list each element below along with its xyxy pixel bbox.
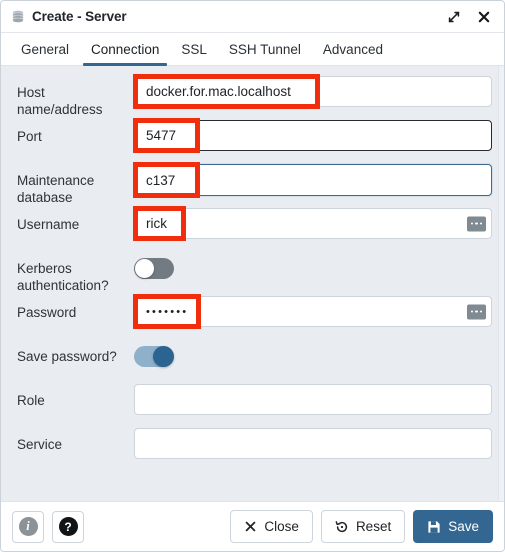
info-button[interactable]: i [12,510,44,543]
save-password-label: Save password? [17,349,117,364]
help-icon: ? [58,517,78,536]
tab-general[interactable]: General [10,33,80,65]
close-x-icon [244,520,257,533]
password-control: ••••••• ••••••• [133,294,494,329]
username-label: Username [17,217,80,232]
kerberos-control [134,252,494,279]
kerberos-toggle-knob [135,259,154,278]
tab-ssl[interactable]: SSL [170,33,218,65]
service-control [134,428,494,459]
reset-button-label: Reset [355,519,392,534]
server-stack-icon [11,10,25,24]
form-row-role: Role [11,384,494,428]
username-value: rick [144,216,165,231]
maintenance-database-value: c137 [144,172,174,188]
password-ellipsis-icon[interactable] [467,304,486,319]
tab-ssh-tunnel[interactable]: SSH Tunnel [218,33,312,65]
close-button[interactable]: Close [230,510,313,543]
tab-bar: General Connection SSL SSH Tunnel Advanc… [1,33,504,66]
tab-connection[interactable]: Connection [80,33,170,66]
password-input[interactable]: ••••••• [134,296,492,327]
maintenance-database-control: c137 c137 [133,162,494,198]
close-icon[interactable] [476,9,492,25]
port-control: 5477 5477 [133,118,494,153]
connection-form-panel: Host name/address docker.for.mac.localho… [1,66,504,501]
form-row-host: Host name/address docker.for.mac.localho… [11,74,494,120]
host-input[interactable]: docker.for.mac.localhost [134,76,492,107]
username-control: rick rick [133,206,494,241]
dialog-footer: i ? Close Reset Save [1,501,504,551]
role-label: Role [17,393,45,408]
form-scrollbar[interactable] [498,66,504,501]
form-row-service: Service [11,428,494,472]
form-row-password: Password ••••••• ••••••• [11,294,494,340]
service-label: Service [17,437,63,452]
title-bar-controls [446,9,492,25]
save-button[interactable]: Save [413,510,493,543]
kerberos-toggle[interactable] [134,258,174,279]
password-label: Password [17,305,77,320]
save-floppy-icon [427,520,441,534]
form-row-save-password: Save password? [11,340,494,384]
save-password-toggle[interactable] [134,346,174,367]
create-server-dialog: Create - Server General Connection SSL S… [0,0,505,552]
maximize-icon[interactable] [446,9,462,25]
port-input[interactable]: 5477 [134,120,492,151]
reset-button[interactable]: Reset [320,510,406,543]
host-control: docker.for.mac.localhost docker.for.mac.… [133,74,494,109]
maintenance-database-label: Maintenance database [17,173,95,205]
port-value: 5477 [144,128,175,143]
reset-icon [335,520,349,534]
title-bar-left: Create - Server [11,9,127,24]
info-icon: i [18,517,38,536]
port-label: Port [17,129,42,144]
kerberos-label: Kerberos authentication? [17,261,109,293]
form-row-username: Username rick rick [11,206,494,252]
username-ellipsis-icon[interactable] [467,216,486,231]
form-row-maintenance-database: Maintenance database c137 c137 [11,162,494,208]
username-input[interactable]: rick [134,208,492,239]
close-button-label: Close [264,519,299,534]
form-row-port: Port 5477 5477 [11,118,494,164]
host-label: Host name/address [17,85,103,117]
save-password-toggle-knob [153,346,174,367]
window-title: Create - Server [32,9,127,24]
role-control [134,384,494,415]
form-row-kerberos: Kerberos authentication? [11,252,494,296]
role-input[interactable] [134,384,492,415]
host-value: docker.for.mac.localhost [144,84,289,99]
connection-form: Host name/address docker.for.mac.localho… [11,74,494,472]
password-value: ••••••• [144,306,187,318]
service-input[interactable] [134,428,492,459]
tab-advanced[interactable]: Advanced [312,33,394,65]
maintenance-database-input[interactable]: c137 [134,164,492,196]
save-button-label: Save [448,519,479,534]
save-password-control [134,340,494,367]
title-bar: Create - Server [1,1,504,33]
help-button[interactable]: ? [52,510,84,543]
